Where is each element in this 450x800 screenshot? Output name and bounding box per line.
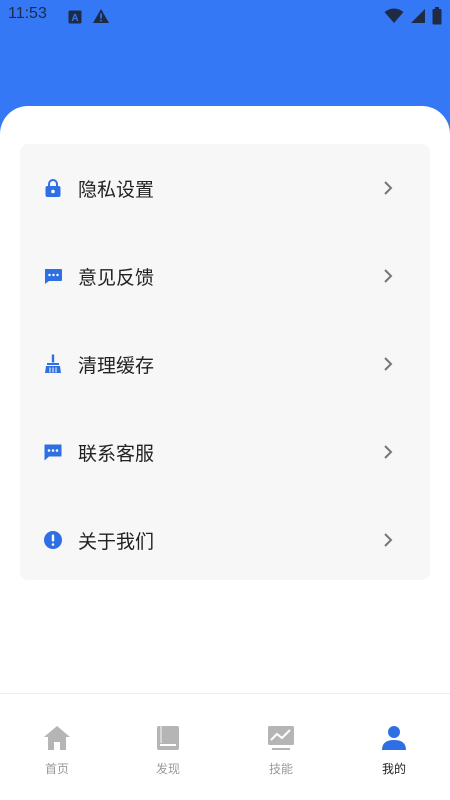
menu-item-about-us[interactable]: 关于我们 bbox=[20, 496, 430, 584]
home-icon bbox=[43, 724, 71, 752]
warning-icon bbox=[92, 8, 110, 28]
menu-item-label: 意见反馈 bbox=[78, 266, 155, 289]
info-exclamation-icon bbox=[42, 529, 64, 551]
lock-icon bbox=[42, 177, 64, 199]
book-icon bbox=[154, 724, 182, 752]
tab-label: 发现 bbox=[155, 762, 180, 776]
chat-bubble-icon bbox=[42, 441, 64, 463]
chevron-right-icon bbox=[380, 444, 396, 460]
chevron-right-icon bbox=[380, 268, 396, 284]
menu-item-label: 联系客服 bbox=[78, 442, 155, 465]
settings-menu-card: 隐私设置 意见反馈 清理缓存 联系客服 关于我们 bbox=[20, 144, 430, 580]
menu-item-contact-support[interactable]: 联系客服 bbox=[20, 408, 430, 496]
svg-text:A: A bbox=[71, 13, 78, 24]
battery-icon bbox=[432, 7, 442, 29]
tab-skills[interactable]: 技能 bbox=[241, 724, 321, 784]
bottom-tab-bar: 首页 发现 技能 我的 bbox=[0, 693, 450, 800]
chevron-right-icon bbox=[380, 356, 396, 372]
font-a-icon: A bbox=[68, 9, 82, 28]
signal-icon bbox=[410, 8, 426, 28]
tab-home[interactable]: 首页 bbox=[17, 724, 97, 784]
status-time: 11:53 bbox=[8, 5, 47, 22]
tab-discover[interactable]: 发现 bbox=[128, 724, 208, 784]
tab-label: 我的 bbox=[381, 762, 406, 776]
broom-icon bbox=[42, 353, 64, 375]
chevron-right-icon bbox=[380, 180, 396, 196]
menu-item-label: 关于我们 bbox=[78, 530, 155, 553]
menu-item-label: 清理缓存 bbox=[78, 354, 155, 377]
tab-mine[interactable]: 我的 bbox=[354, 724, 434, 784]
person-icon bbox=[380, 724, 408, 752]
tab-label: 首页 bbox=[44, 762, 69, 776]
chevron-right-icon bbox=[380, 532, 396, 548]
menu-item-clear-cache[interactable]: 清理缓存 bbox=[20, 320, 430, 408]
wifi-icon bbox=[384, 8, 404, 28]
menu-item-label: 隐私设置 bbox=[78, 178, 155, 201]
tab-label: 技能 bbox=[268, 762, 293, 776]
feedback-bubble-icon bbox=[42, 265, 64, 287]
status-bar: 11:53 A bbox=[0, 0, 450, 32]
chart-icon bbox=[267, 724, 295, 752]
menu-item-privacy[interactable]: 隐私设置 bbox=[20, 144, 430, 232]
menu-item-feedback[interactable]: 意见反馈 bbox=[20, 232, 430, 320]
